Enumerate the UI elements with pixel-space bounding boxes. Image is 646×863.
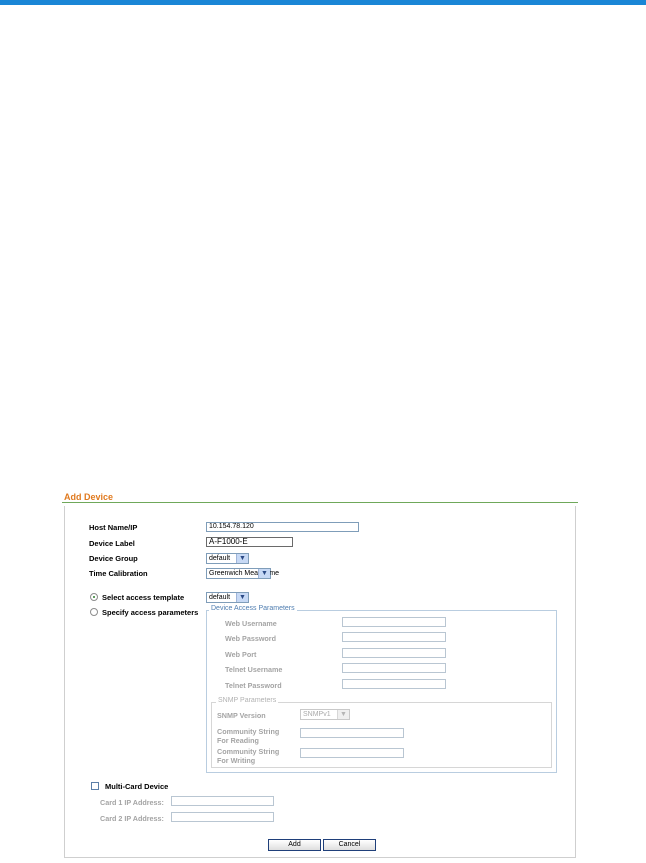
web-port-input[interactable]: [342, 648, 446, 658]
community-write-label-1: Community String: [217, 747, 280, 756]
card1-ip-label: Card 1 IP Address:: [100, 798, 164, 807]
access-template-select[interactable]: default ▼: [206, 592, 249, 603]
device-access-legend: Device Access Parameters: [209, 605, 297, 612]
radio-specify-params[interactable]: [90, 608, 98, 616]
web-username-input[interactable]: [342, 617, 446, 627]
device-group-select[interactable]: default ▼: [206, 553, 249, 564]
device-label-label: Device Label: [89, 539, 135, 548]
add-button[interactable]: Add: [268, 839, 321, 851]
chevron-down-icon[interactable]: ▼: [236, 593, 248, 602]
multi-card-checkbox[interactable]: [91, 782, 99, 790]
host-name-input[interactable]: 10.154.78.120: [206, 522, 359, 532]
web-password-label: Web Password: [225, 634, 276, 643]
card1-ip-input[interactable]: [171, 796, 274, 806]
device-label-input[interactable]: A-F1000-E: [206, 537, 293, 547]
chevron-down-icon[interactable]: ▼: [236, 554, 248, 563]
community-write-label-2: For Writing: [217, 756, 256, 765]
community-write-input[interactable]: [300, 748, 404, 758]
radio-select-template[interactable]: [90, 593, 98, 601]
community-read-label-2: For Reading: [217, 736, 259, 745]
chevron-down-icon[interactable]: ▼: [258, 569, 270, 578]
snmp-legend: SNMP Parameters: [216, 697, 279, 704]
time-calibration-label: Time Calibration: [89, 569, 148, 578]
multi-card-label: Multi-Card Device: [105, 782, 169, 791]
device-group-label: Device Group: [89, 554, 138, 563]
community-read-label-1: Community String: [217, 727, 280, 736]
snmp-version-select[interactable]: SNMPv1 ▼: [300, 709, 350, 720]
snmp-version-label: SNMP Version: [217, 711, 266, 720]
community-read-input[interactable]: [300, 728, 404, 738]
device-group-value: default: [209, 555, 231, 562]
card2-ip-input[interactable]: [171, 812, 274, 822]
time-calibration-select[interactable]: Greenwich Mean Time ▼: [206, 568, 279, 579]
web-port-label: Web Port: [225, 650, 257, 659]
telnet-password-label: Telnet Password: [225, 681, 282, 690]
select-template-label: Select access template: [102, 593, 185, 602]
top-accent-bar: [0, 0, 646, 5]
access-template-value: default: [209, 594, 231, 601]
telnet-password-input[interactable]: [342, 679, 446, 689]
web-password-input[interactable]: [342, 632, 446, 642]
chevron-down-icon[interactable]: ▼: [337, 710, 349, 719]
host-name-label: Host Name/IP: [89, 523, 138, 532]
telnet-username-input[interactable]: [342, 663, 446, 673]
cancel-button[interactable]: Cancel: [323, 839, 376, 851]
telnet-username-label: Telnet Username: [225, 665, 283, 674]
snmp-version-value: SNMPv1: [303, 711, 331, 718]
web-username-label: Web Username: [225, 619, 277, 628]
title-divider: [62, 502, 578, 503]
page-title: Add Device: [64, 492, 114, 502]
specify-params-label: Specify access parameters: [102, 608, 199, 617]
card2-ip-label: Card 2 IP Address:: [100, 814, 164, 823]
